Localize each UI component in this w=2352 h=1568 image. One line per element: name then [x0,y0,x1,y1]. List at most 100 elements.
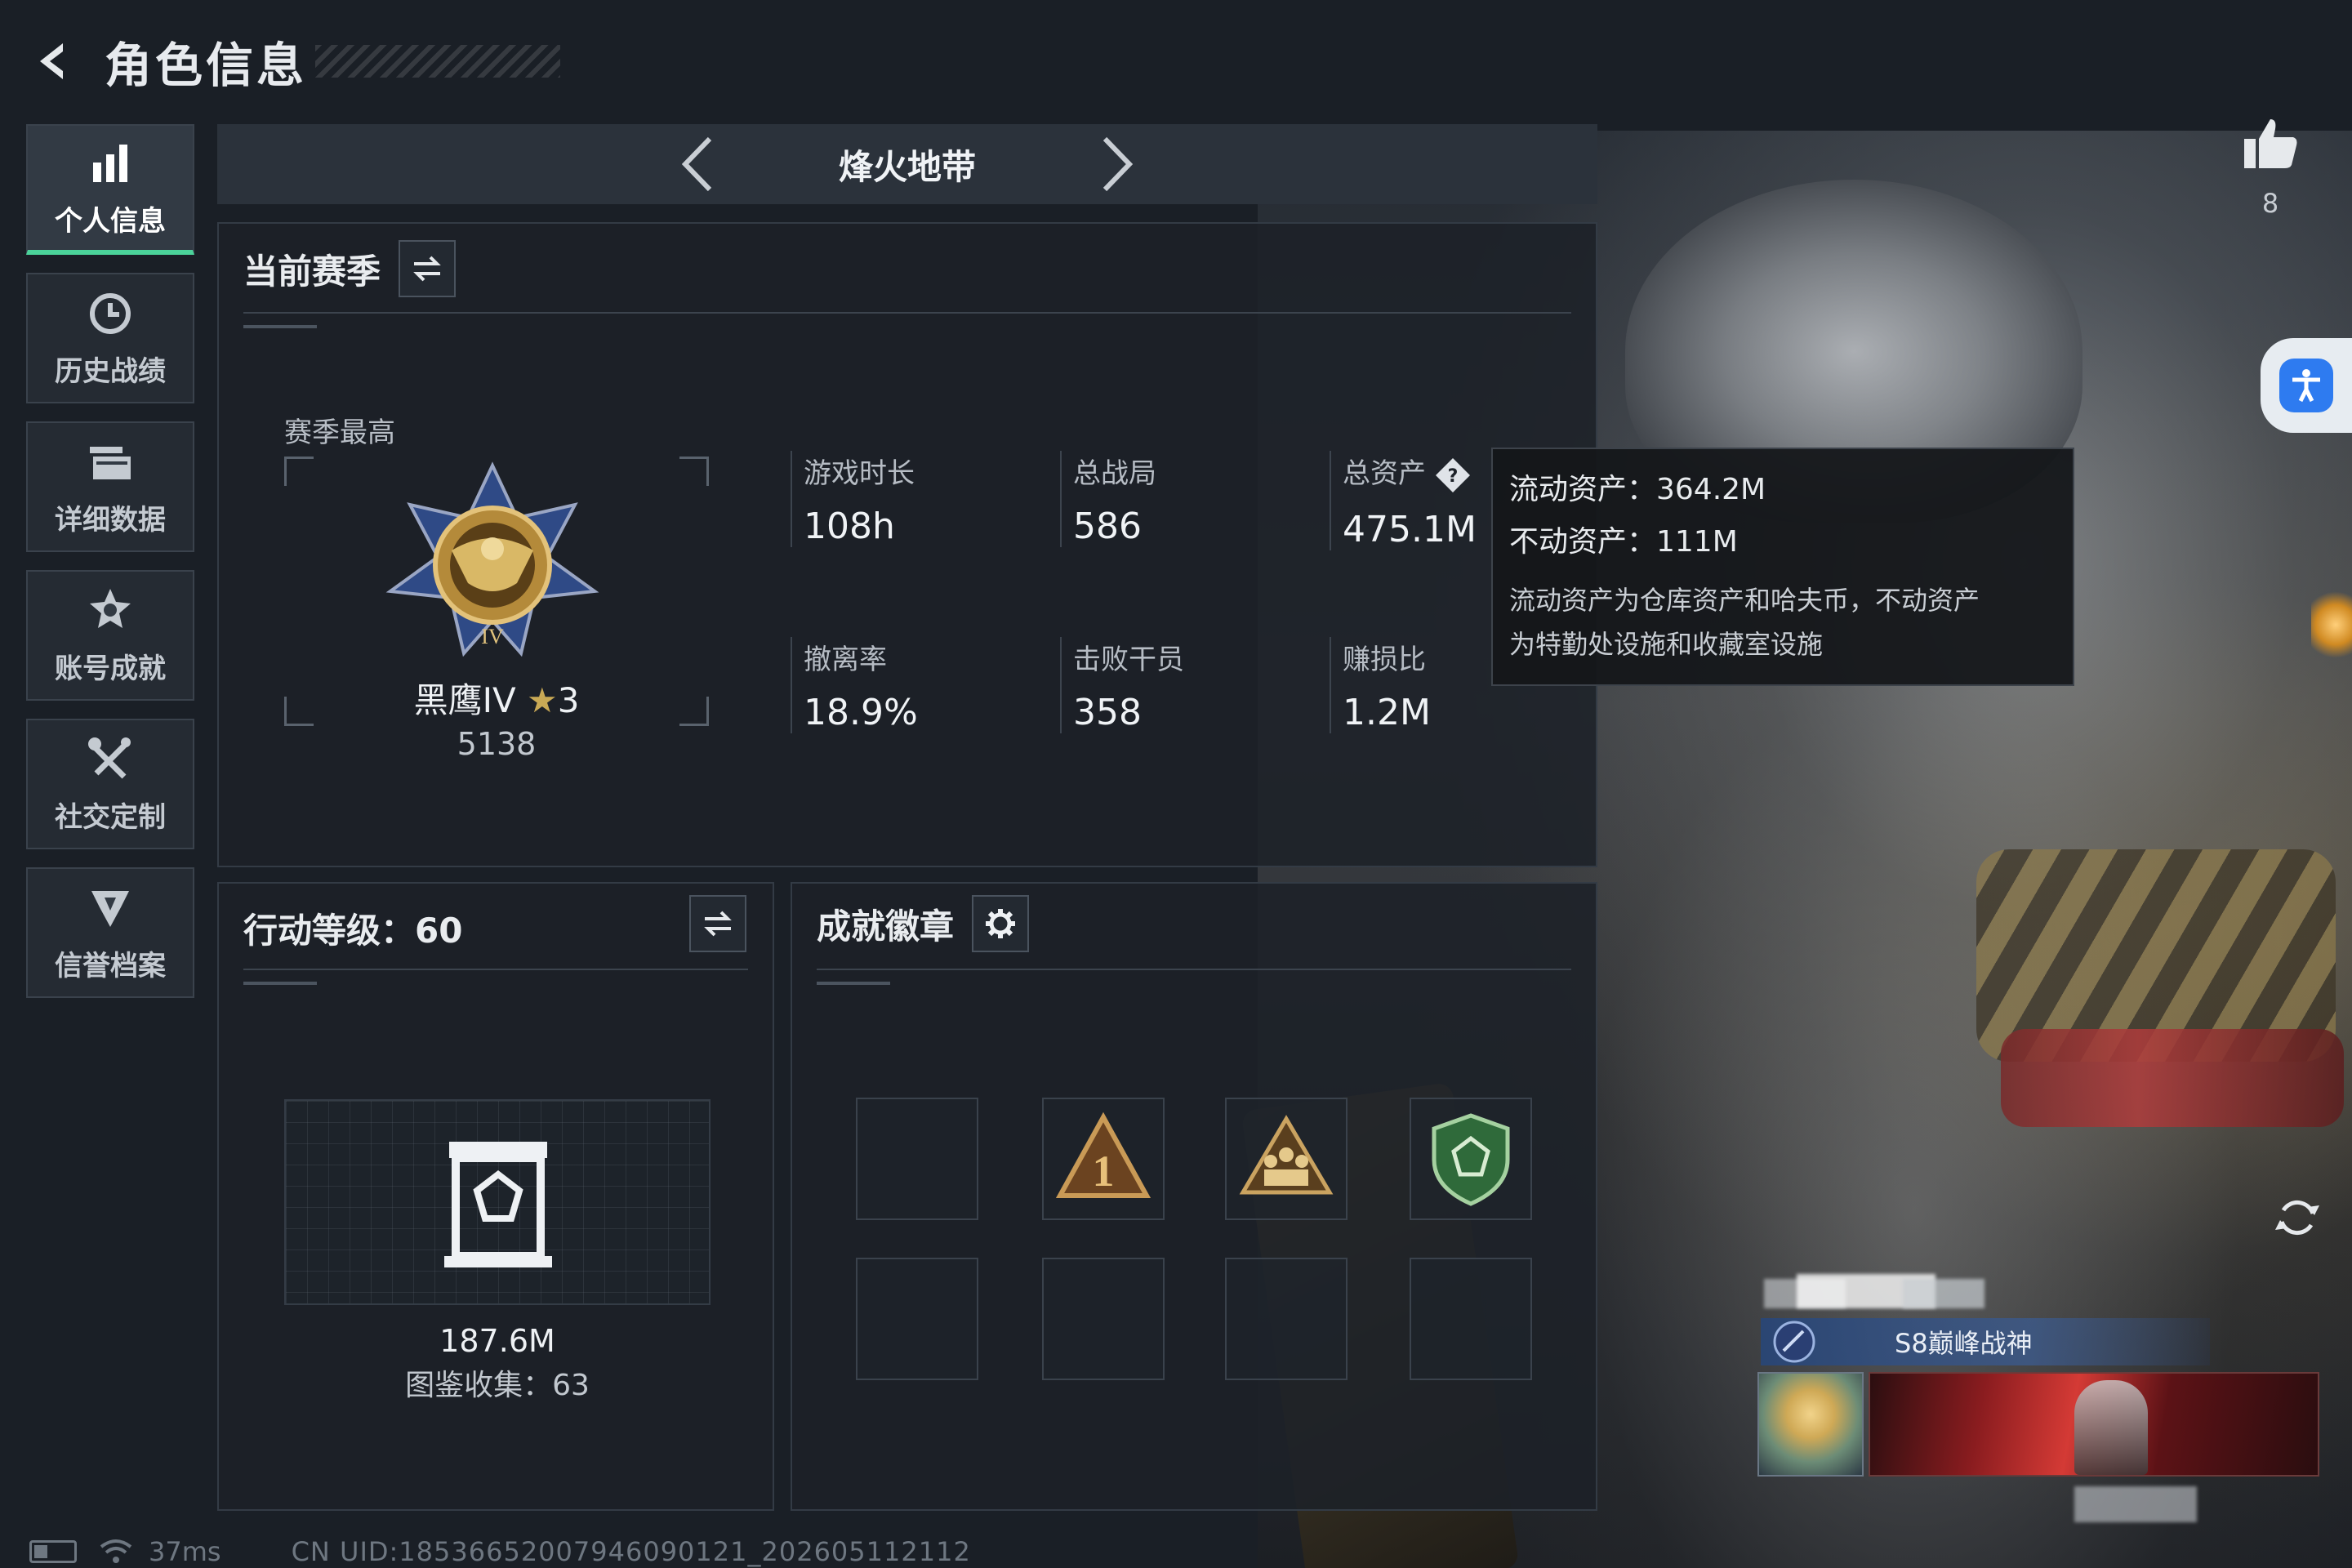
mode-prev-button[interactable] [666,131,732,197]
assets-note-line2: 为特勤处设施和收藏室设施 [1509,629,1824,660]
sidebar-item-personal-info[interactable]: 个人信息 [26,124,194,255]
mode-switcher: 烽火地带 [217,124,1597,204]
stat-value: 18.9% [804,692,918,733]
stat-value: 1.2M [1343,692,1431,733]
achievement-badge-panel: 成就徽章 1 [791,882,1597,1511]
action-level-title: 行动等级：60 [243,911,463,951]
player-avatar[interactable] [1757,1372,1864,1477]
achievement-star-icon [90,588,131,628]
rank-score: 5138 [457,726,537,762]
action-level-panel: 行动等级：60 187.6M 图鉴收集：63 [217,882,774,1511]
sidebar-item-social-custom[interactable]: 社交定制 [26,719,194,849]
liquid-assets: 流动资产：364.2M [1509,473,1766,506]
rank-stars: 3 [557,680,580,720]
badge-slot-empty[interactable] [1042,1258,1165,1380]
badge-slot-empty[interactable] [856,1258,978,1380]
badge-slot-empty[interactable] [1225,1258,1348,1380]
stat-value: 108h [804,506,895,547]
rank-one-badge-icon: 1 [1055,1111,1152,1198]
accessibility-icon [2292,369,2320,403]
thumbs-up-icon [2244,119,2297,168]
sidebar-item-credit-file[interactable]: 信誉档案 [26,867,194,998]
sidebar-item-detailed-data[interactable]: 详细数据 [26,421,194,552]
status-footer: 37ms CN UID:18536652007946090121_2026051… [29,1535,971,1568]
gear-icon [986,909,1016,938]
stat-label: 总资产 [1343,457,1426,490]
mode-name: 烽火地带 [838,146,976,187]
stat-value: 586 [1073,506,1142,547]
assets-tooltip: 流动资产：364.2M 不动资产：111M 流动资产为仓库资产和哈夫币，不动资产… [1491,448,2074,686]
stat-value: 475.1M [1343,508,1477,550]
blurred-name [1903,1279,1984,1308]
tools-cross-icon [88,737,131,778]
history-clock-icon [90,292,131,334]
collection-value: 187.6M [439,1323,555,1359]
fixed-assets: 不动资产：111M [1509,525,1738,559]
stat-extract-rate: 撤离率 18.9% [791,637,918,733]
rank-star-icon: ★ [527,680,558,720]
stat-value: 358 [1073,692,1142,733]
blurred-name [2074,1486,2197,1522]
badge-slot[interactable] [1410,1098,1532,1220]
achievement-title: 成就徽章 [817,906,955,947]
season-switch-button[interactable] [399,240,457,297]
action-level-switch-button[interactable] [689,895,746,952]
sidebar-item-achievements[interactable]: 账号成就 [26,570,194,701]
accessibility-button[interactable] [2261,338,2352,433]
back-arrow-icon[interactable] [24,33,82,90]
divider [243,312,1571,314]
like-count: 8 [2261,188,2279,219]
user-uid: CN UID:18536652007946090121_202605112112 [291,1536,971,1567]
ping-value: 37ms [149,1536,221,1567]
season-best-label: 赛季最高 [284,416,395,449]
bar-chart-icon [93,144,127,182]
stat-label: 撤离率 [804,644,887,676]
sidebar: 个人信息 历史战绩 详细数据 账号成就 社交定制 信誉档案 [26,124,194,1016]
rank-name-row: 黑鹰IV ★3 [284,673,709,723]
badge-slot[interactable] [1225,1098,1348,1220]
achievement-settings-button[interactable] [972,895,1030,952]
wifi-icon [100,1539,132,1563]
badge-slot[interactable]: 1 [1042,1098,1165,1220]
stat-play-time: 游戏时长 108h [791,451,915,547]
mode-next-button[interactable] [1083,131,1148,197]
current-season-panel: 当前赛季 赛季最高 IV 黑鹰IV ★3 5138 游戏时长 108h 总战局 … [217,222,1597,867]
help-diamond-icon[interactable]: ? [1434,457,1472,494]
stat-profit-ratio: 赚损比 1.2M [1330,637,1431,733]
stat-label: 总战局 [1073,457,1156,490]
divider-tick [243,325,317,328]
chevron-right-icon [1102,136,1134,192]
divider [817,969,1571,970]
stat-total-matches: 总战局 586 [1060,451,1156,547]
squad-badge-icon [1239,1115,1334,1195]
sidebar-item-label: 信誉档案 [55,949,166,982]
folder-stack-icon [90,446,131,479]
stat-total-assets: 总资产? 475.1M [1330,451,1477,550]
divider-tick [817,982,890,985]
rank-eagle-badge-icon: IV [385,461,599,657]
svg-text:?: ? [1448,466,1459,487]
stat-label: 击败干员 [1073,644,1184,676]
badge-slot-empty[interactable] [1410,1258,1532,1380]
title-bar: 角色信息 [24,24,561,98]
swap-arrows-icon [704,911,732,937]
action-level-header: 行动等级：60 [243,903,462,953]
like-button[interactable]: 8 [2238,114,2303,219]
player-name-card[interactable] [1869,1372,2319,1477]
divider-tick [243,982,317,985]
swap-arrows-icon [413,256,441,282]
badge-slot-empty[interactable] [856,1098,978,1220]
green-shield-badge-icon [1432,1113,1510,1206]
sidebar-item-label: 账号成就 [55,652,166,685]
divider [243,969,748,970]
svg-text:IV: IV [481,625,504,648]
honor-title-text: S8巅峰战神 [1895,1328,2033,1359]
page-title: 角色信息 [105,38,308,93]
chevron-left-icon [681,136,712,192]
rotate-view-icon[interactable] [2269,1189,2326,1246]
stat-label: 赚损比 [1343,644,1426,676]
collection-display[interactable] [284,1099,710,1305]
stat-label: 游戏时长 [804,457,915,490]
sidebar-item-history[interactable]: 历史战绩 [26,273,194,403]
credit-shield-icon [91,890,129,927]
